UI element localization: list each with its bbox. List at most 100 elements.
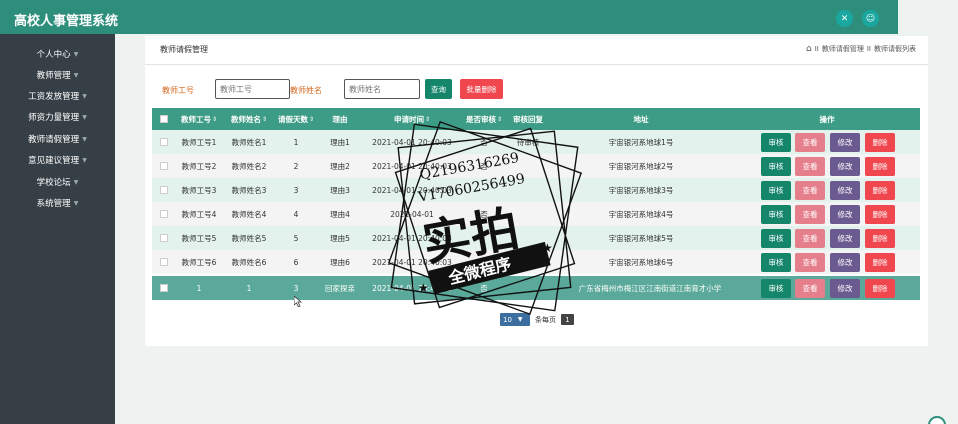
column-header[interactable]: 是否审核 ⇕ [462, 108, 506, 130]
sidebar-item-teacher[interactable]: 教师管理 ▼ [0, 65, 115, 85]
breadcrumb-item: 教师请假列表 [874, 45, 916, 53]
sidebar-item-system[interactable]: 系统管理 ▼ [0, 193, 115, 213]
breadcrumb-item[interactable]: 教师请假管理 [822, 44, 864, 54]
chevron-down-icon: ▼ [82, 135, 87, 143]
scroll-top-button[interactable] [928, 416, 946, 424]
view-button[interactable]: 查看 [795, 279, 825, 298]
column-header[interactable]: 教师工号 ⇕ [174, 108, 224, 130]
delete-button[interactable]: 删除 [865, 279, 895, 298]
row-checkbox[interactable] [160, 138, 168, 146]
teacher-id-input[interactable] [215, 79, 290, 99]
delete-button[interactable]: 删除 [865, 253, 895, 272]
cell-reason: 理由3 [330, 185, 350, 195]
home-icon[interactable]: ⌂ [806, 44, 812, 54]
cell-teacher-id: 教师工号1 [181, 137, 217, 147]
row-checkbox[interactable] [160, 162, 168, 170]
page-button[interactable]: 1 [561, 314, 574, 325]
app-title: 高校人事管理系统 [14, 14, 119, 29]
delete-button[interactable]: 删除 [865, 181, 895, 200]
cell-audited [462, 178, 506, 202]
review-button[interactable]: 审核 [761, 133, 791, 152]
cell-days: 1 [293, 137, 299, 147]
cell-days: 5 [293, 233, 299, 243]
cell-reply [506, 154, 550, 178]
table-row[interactable]: 教师工号3 教师姓名3 3 理由3 2021-04-01 20:40:03 宇宙… [152, 178, 920, 202]
table-row[interactable]: 教师工号4 教师姓名4 4 理由4 2021-04-01 否 宇宙银河系地球4号… [152, 202, 920, 226]
batch-delete-button[interactable]: 批量删除 [460, 79, 503, 99]
breadcrumb: ⌂ II 教师请假管理 II 教师请假列表 [806, 44, 916, 54]
cell-time: 2021-04-01 [390, 209, 434, 219]
view-button[interactable]: 查看 [795, 253, 825, 272]
delete-button[interactable]: 删除 [865, 229, 895, 248]
review-button[interactable]: 审核 [761, 157, 791, 176]
review-button[interactable]: 审核 [761, 229, 791, 248]
select-all-checkbox[interactable] [160, 115, 168, 123]
teacher-name-input[interactable] [344, 79, 420, 99]
edit-button[interactable]: 修改 [830, 229, 860, 248]
pagination: 10 ▼ 条每页 1 [500, 313, 574, 326]
cell-days: 3 [293, 185, 299, 195]
delete-button[interactable]: 删除 [865, 157, 895, 176]
table-row[interactable]: 教师工号1 教师姓名1 1 理由1 2021-04-01 20:40:03 否 … [152, 130, 920, 154]
sidebar-item-label: 工资发放管理 [28, 92, 80, 102]
edit-button[interactable]: 修改 [830, 157, 860, 176]
view-button[interactable]: 查看 [795, 133, 825, 152]
row-checkbox[interactable] [160, 284, 168, 292]
cell-time: 2021-04-01 20:40:03 [372, 233, 452, 243]
edit-button[interactable]: 修改 [830, 181, 860, 200]
cell-time: 2021-04-01 20:40:03 [372, 137, 452, 147]
delete-button[interactable]: 删除 [865, 205, 895, 224]
column-header: 审核回复 [513, 114, 543, 124]
sort-icon: ⇕ [261, 115, 268, 123]
row-checkbox[interactable] [160, 186, 168, 194]
cell-teacher-name: 教师姓名4 [231, 209, 267, 219]
review-button[interactable]: 审核 [761, 181, 791, 200]
sidebar-item-leave[interactable]: 教师请假管理 ▼ [0, 129, 115, 149]
view-button[interactable]: 查看 [795, 157, 825, 176]
edit-button[interactable]: 修改 [830, 279, 860, 298]
user-icon[interactable]: ☺ [862, 10, 879, 27]
page-size-select[interactable]: 10 ▼ [500, 313, 530, 326]
chevron-down-icon: ▼ [73, 71, 79, 79]
row-checkbox[interactable] [160, 258, 168, 266]
chevron-down-icon: ▼ [82, 113, 87, 121]
cell-teacher-id: 教师工号6 [181, 257, 217, 267]
column-header[interactable]: 请假天数 ⇕ [274, 108, 318, 130]
cell-reply [506, 276, 550, 300]
review-button[interactable]: 审核 [761, 253, 791, 272]
review-button[interactable]: 审核 [761, 279, 791, 298]
table-row[interactable]: 教师工号2 教师姓名2 2 理由2 2021-04-01 20:40:03 否 … [152, 154, 920, 178]
sidebar-item-faculty[interactable]: 师资力量管理 ▼ [0, 107, 115, 127]
sidebar-item-personal-center[interactable]: 个人中心 ▼ [0, 44, 115, 64]
sidebar-item-label: 个人中心 [36, 50, 71, 60]
breadcrumb-separator: II [814, 45, 819, 53]
column-header: 操作 [819, 114, 835, 124]
cell-audited: 否 [480, 283, 488, 293]
table-row[interactable]: 教师工号5 教师姓名5 5 理由5 2021-04-01 20:40:03 宇宙… [152, 226, 920, 250]
cell-address: 宇宙银河系地球4号 [608, 209, 674, 219]
view-button[interactable]: 查看 [795, 181, 825, 200]
sidebar-item-salary[interactable]: 工资发放管理 ▼ [0, 86, 115, 106]
sidebar: 个人中心 ▼ 教师管理 ▼ 工资发放管理 ▼ 师资力量管理 ▼ 教师请假管理 ▼ 意见建议… [0, 34, 115, 424]
cell-address: 宇宙银河系地球2号 [608, 161, 674, 171]
column-header[interactable]: 申请时间 ⇕ [362, 108, 462, 130]
table-row[interactable]: 教师工号6 教师姓名6 6 理由6 2021-04-01 20:40:03 宇宙… [152, 250, 920, 274]
sidebar-item-feedback[interactable]: 意见建议管理 ▼ [0, 150, 115, 170]
crosshair-icon[interactable]: ✕ [836, 10, 853, 27]
review-button[interactable]: 审核 [761, 205, 791, 224]
column-header[interactable]: 教师姓名 ⇕ [224, 108, 274, 130]
view-button[interactable]: 查看 [795, 229, 825, 248]
table-row[interactable]: 1 1 3 回家探亲 2021-04-01 20:40:03 否 广东省梅州市梅… [152, 276, 920, 300]
search-button[interactable]: 查询 [425, 79, 452, 99]
edit-button[interactable]: 修改 [830, 205, 860, 224]
row-checkbox[interactable] [160, 210, 168, 218]
mouse-cursor-icon [294, 296, 302, 307]
edit-button[interactable]: 修改 [830, 133, 860, 152]
cell-reason: 理由5 [330, 233, 350, 243]
edit-button[interactable]: 修改 [830, 253, 860, 272]
row-checkbox[interactable] [160, 234, 168, 242]
cell-teacher-id: 1 [196, 283, 202, 293]
delete-button[interactable]: 删除 [865, 133, 895, 152]
view-button[interactable]: 查看 [795, 205, 825, 224]
sidebar-item-forum[interactable]: 学校论坛 ▼ [0, 172, 115, 192]
